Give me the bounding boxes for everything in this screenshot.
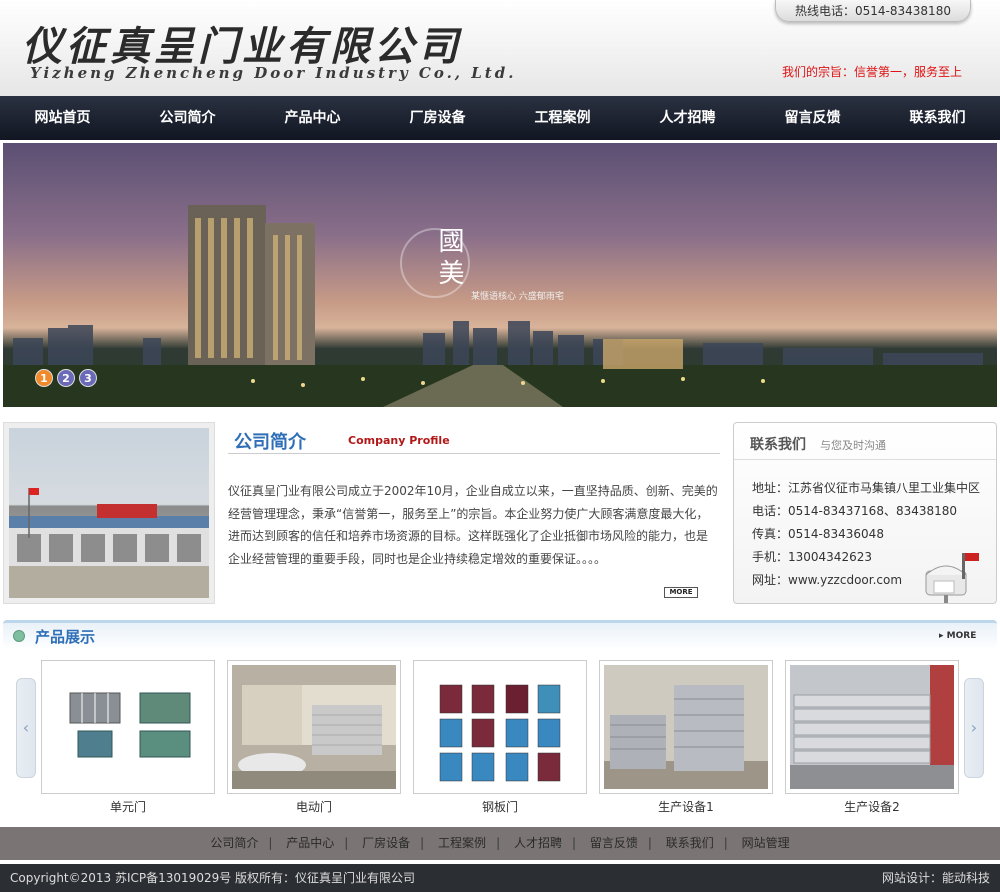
contact-address: 地址：江苏省仪征市马集镇八里工业集中区 — [752, 481, 981, 495]
contact-divider — [734, 459, 996, 460]
product-card-electric-door[interactable] — [227, 660, 401, 794]
product-label-steel-door[interactable]: 钢板门 — [413, 798, 587, 815]
banner-cityscape-image — [3, 205, 997, 407]
footer-separator: | — [420, 836, 425, 850]
footer-link-contact[interactable]: 联系我们 — [666, 836, 714, 850]
products-title: 产品展示 — [35, 628, 96, 646]
products-more-label: MORE — [946, 631, 977, 641]
footer-link-feedback[interactable]: 留言反馈 — [590, 836, 638, 850]
product-image-unit-door — [69, 692, 191, 758]
footer: Copyright©2013 苏ICP备13019029号 版权所有：仪征真呈门… — [0, 864, 1000, 892]
contact-phone: 电话：0514-83437168、83438180 — [752, 504, 958, 518]
factory-photo — [3, 422, 215, 604]
footer-separator: | — [647, 836, 652, 850]
contact-fax: 传真：0514-83436048 — [752, 527, 884, 541]
banner-dot-2[interactable]: 2 — [57, 369, 75, 387]
contact-box: 联系我们 与您及时沟通 地址：江苏省仪征市马集镇八里工业集中区 电话：0514-… — [733, 422, 997, 604]
profile-title-en: Company Profile — [348, 434, 450, 447]
banner-dot-3[interactable]: 3 — [79, 369, 97, 387]
mailbox-icon — [925, 553, 979, 603]
banner-dot-1[interactable]: 1 — [35, 369, 53, 387]
copyright: Copyright©2013 苏ICP备13019029号 版权所有：仪征真呈门… — [10, 871, 416, 885]
company-profile: 公司简介 Company Profile 仪征真呈门业有限公司成立于2002年1… — [228, 422, 720, 606]
products-more-link[interactable]: ▸ MORE — [939, 631, 976, 641]
product-card-equipment-1[interactable] — [599, 660, 773, 794]
banner-subtitle: 某惬语核心 六盛郁雨宅 — [471, 292, 564, 302]
product-label-unit-door[interactable]: 单元门 — [41, 798, 215, 815]
nav-jobs[interactable]: 人才招聘 — [625, 96, 750, 140]
footer-link-jobs[interactable]: 人才招聘 — [514, 836, 562, 850]
intro-section: 公司简介 Company Profile 仪征真呈门业有限公司成立于2002年1… — [0, 416, 1000, 612]
footer-link-admin[interactable]: 网站管理 — [742, 836, 790, 850]
footer-separator: | — [571, 836, 576, 850]
footer-link-facilities[interactable]: 厂房设备 — [362, 836, 410, 850]
profile-more-button[interactable]: MORE — [664, 587, 698, 598]
products-header: 产品展示 ▸ MORE — [3, 620, 997, 650]
profile-header: 公司简介 Company Profile — [228, 422, 720, 454]
nav-home[interactable]: 网站首页 — [0, 96, 125, 140]
nav-contact[interactable]: 联系我们 — [875, 96, 1000, 140]
product-image-steel-door — [439, 684, 561, 782]
nav-cases[interactable]: 工程案例 — [500, 96, 625, 140]
product-image-equipment-2 — [790, 665, 954, 789]
footer-separator: | — [723, 836, 728, 850]
nav-about[interactable]: 公司简介 — [125, 96, 250, 140]
product-image-equipment-1 — [604, 665, 768, 789]
footer-link-products[interactable]: 产品中心 — [286, 836, 334, 850]
product-label-equipment-1[interactable]: 生产设备1 — [599, 798, 773, 815]
product-image-electric-door — [232, 665, 396, 789]
site-credit: 网站设计：能动科技 — [881, 871, 990, 885]
slogan: 我们的宗旨：信誉第一，服务至上 — [782, 65, 963, 79]
contact-title: 联系我们 — [750, 437, 806, 453]
nav-facilities[interactable]: 厂房设备 — [375, 96, 500, 140]
logo-english: Yizheng Zhencheng Door Industry Co., Ltd… — [30, 64, 517, 82]
products-bullet-icon — [13, 630, 25, 642]
footer-separator: | — [344, 836, 349, 850]
carousel-next-button[interactable]: › — [964, 678, 984, 778]
product-card-steel-door[interactable] — [413, 660, 587, 794]
factory-building-image — [9, 488, 209, 598]
main-nav: 网站首页 公司简介 产品中心 厂房设备 工程案例 人才招聘 留言反馈 联系我们 — [0, 96, 1000, 140]
banner-title: 國美 — [434, 227, 464, 291]
hotline-badge: 热线电话：0514-83438180 — [775, 0, 971, 22]
footer-nav: 公司简介 | 产品中心 | 厂房设备 | 工程案例 | 人才招聘 | 留言反馈 | 联系我们… — [0, 827, 1000, 860]
product-label-equipment-2[interactable]: 生产设备2 — [785, 798, 959, 815]
profile-text: 仪征真呈门业有限公司成立于2002年10月，企业自成立以来，一直坚持品质、创新、… — [228, 484, 718, 566]
hero-banner[interactable]: 國美 某惬语核心 六盛郁雨宅 1 2 3 — [3, 143, 997, 407]
contact-website[interactable]: 网址：www.yzzcdoor.com — [752, 571, 902, 588]
product-card-unit-door[interactable] — [41, 660, 215, 794]
banner-pager: 1 2 3 — [35, 369, 97, 387]
nav-feedback[interactable]: 留言反馈 — [750, 96, 875, 140]
contact-subtitle: 与您及时沟通 — [820, 439, 886, 452]
footer-link-about[interactable]: 公司简介 — [210, 836, 258, 850]
contact-mobile: 手机：13004342623 — [752, 550, 872, 564]
profile-title: 公司简介 — [234, 432, 306, 453]
nav-products[interactable]: 产品中心 — [250, 96, 375, 140]
carousel-prev-button[interactable]: ‹ — [16, 678, 36, 778]
footer-separator: | — [496, 836, 501, 850]
product-label-electric-door[interactable]: 电动门 — [227, 798, 401, 815]
footer-separator: | — [268, 836, 273, 850]
product-card-equipment-2[interactable] — [785, 660, 959, 794]
footer-link-cases[interactable]: 工程案例 — [438, 836, 486, 850]
header: 仪征真呈门业有限公司 Yizheng Zhencheng Door Indust… — [0, 0, 1000, 96]
